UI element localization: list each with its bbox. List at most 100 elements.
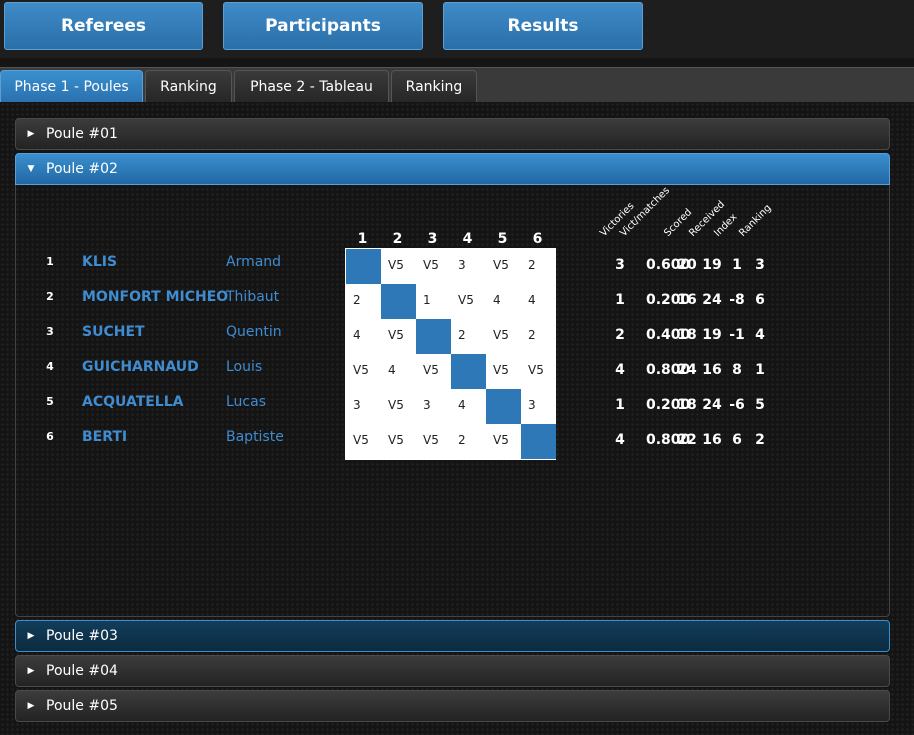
fencer-first-name: Baptiste [226, 429, 284, 445]
top-nav-bar: Referees Participants Results [0, 0, 914, 58]
caret-right-icon: ▶ [27, 631, 35, 641]
scored-value: 24 [677, 362, 697, 378]
received-value: 16 [702, 362, 722, 378]
matrix-diagonal-cell [381, 284, 416, 319]
bout-score-cell: V5 [388, 398, 404, 412]
bout-score-cell: 1 [423, 293, 431, 307]
poule-05-header[interactable]: ▶ Poule #05 [15, 690, 890, 722]
matrix-col-number: 2 [392, 231, 403, 247]
received-value: 24 [702, 397, 722, 413]
bout-score-cell: V5 [388, 433, 404, 447]
fencer-last-name: GUICHARNAUD [82, 359, 199, 375]
fencer-first-name: Louis [226, 359, 263, 375]
scored-value: 20 [677, 257, 697, 273]
bout-score-cell: 3 [528, 398, 536, 412]
bout-score-cell: 3 [458, 258, 466, 272]
victories-value: 1 [615, 292, 625, 308]
poule-02-header[interactable]: ▼ Poule #02 [15, 153, 890, 185]
bout-score-cell: V5 [493, 433, 509, 447]
victories-value: 4 [615, 432, 625, 448]
results-button[interactable]: Results [443, 2, 643, 50]
bout-score-cell: 3 [353, 398, 361, 412]
phase-tabs: Phase 1 - Poules Ranking Phase 2 - Table… [0, 67, 914, 103]
bout-score-cell: 2 [528, 328, 536, 342]
referees-button[interactable]: Referees [4, 2, 203, 50]
caret-right-icon: ▶ [27, 666, 35, 676]
bout-score-cell: V5 [528, 363, 544, 377]
index-value: -8 [729, 292, 745, 308]
ranking-value: 3 [755, 257, 765, 273]
bout-score-cell: 4 [388, 363, 396, 377]
poule-01-header[interactable]: ▶ Poule #01 [15, 118, 890, 150]
fencer-last-name: BERTI [82, 429, 128, 445]
fencer-last-name: SUCHET [82, 324, 145, 340]
tab-ranking-1[interactable]: Ranking [145, 70, 232, 103]
bout-score-cell: 4 [528, 293, 536, 307]
fencer-last-name: KLIS [82, 254, 118, 270]
victories-value: 2 [615, 327, 625, 343]
bout-score-cell: 4 [493, 293, 501, 307]
scored-value: 18 [677, 397, 697, 413]
fencer-number: 3 [46, 325, 54, 338]
fencer-first-name: Lucas [226, 394, 266, 410]
fencer-first-name: Quentin [226, 324, 282, 340]
ranking-value: 5 [755, 397, 765, 413]
bout-matrix: V5 V5 3 V5 2 2 1 V5 4 4 4 V5 2 V5 2 V5 4 V5 V5 V5 3 V5 3 4 3 V5 V5… [345, 248, 556, 460]
bout-score-cell: V5 [493, 328, 509, 342]
matrix-col-number: 5 [497, 231, 508, 247]
bout-score-cell: 2 [353, 293, 361, 307]
matrix-diagonal-cell [451, 354, 486, 389]
tab-phase1-poules[interactable]: Phase 1 - Poules [0, 70, 143, 103]
scored-value: 22 [677, 432, 697, 448]
victories-value: 1 [615, 397, 625, 413]
index-value: -1 [729, 327, 745, 343]
index-value: 6 [732, 432, 742, 448]
victories-value: 4 [615, 362, 625, 378]
poule-03-header[interactable]: ▶ Poule #03 [15, 620, 890, 652]
bout-score-cell: V5 [458, 293, 474, 307]
tab-phase2-tableau[interactable]: Phase 2 - Tableau [234, 70, 389, 103]
fencer-number: 2 [46, 290, 54, 303]
ranking-value: 2 [755, 432, 765, 448]
participants-button[interactable]: Participants [223, 2, 423, 50]
bout-score-cell: 3 [423, 398, 431, 412]
index-value: 8 [732, 362, 742, 378]
poule-04-header[interactable]: ▶ Poule #04 [15, 655, 890, 687]
matrix-col-number: 1 [357, 231, 368, 247]
bout-score-cell: V5 [423, 258, 439, 272]
bout-score-cell: V5 [353, 363, 369, 377]
bout-score-cell: V5 [388, 328, 404, 342]
received-value: 19 [702, 257, 722, 273]
bout-score-cell: 2 [528, 258, 536, 272]
bout-score-cell: V5 [423, 433, 439, 447]
received-value: 24 [702, 292, 722, 308]
ranking-value: 6 [755, 292, 765, 308]
bout-score-cell: V5 [493, 363, 509, 377]
bout-score-cell: 2 [458, 433, 466, 447]
index-value: 1 [732, 257, 742, 273]
bout-score-cell: V5 [423, 363, 439, 377]
bout-score-cell: 4 [353, 328, 361, 342]
bout-score-cell: V5 [493, 258, 509, 272]
matrix-diagonal-cell [346, 249, 381, 284]
victories-value: 3 [615, 257, 625, 273]
fencer-first-name: Armand [226, 254, 282, 270]
caret-right-icon: ▶ [27, 701, 35, 711]
fencer-number: 5 [46, 395, 54, 408]
received-value: 16 [702, 432, 722, 448]
fencer-number: 6 [46, 430, 54, 443]
poule-title: Poule #01 [46, 126, 118, 142]
poule-title: Poule #05 [46, 698, 118, 714]
tab-ranking-2[interactable]: Ranking [391, 70, 477, 103]
matrix-col-number: 3 [427, 231, 438, 247]
bout-score-cell: 4 [458, 398, 466, 412]
matrix-diagonal-cell [416, 319, 451, 354]
fencer-number: 4 [46, 360, 54, 373]
bout-score-cell: V5 [388, 258, 404, 272]
bout-score-cell: 2 [458, 328, 466, 342]
matrix-col-number: 6 [532, 231, 543, 247]
fencer-number: 1 [46, 255, 54, 268]
poule-title: Poule #03 [46, 628, 118, 644]
caret-down-icon: ▼ [27, 164, 35, 174]
fencer-first-name: Thibaut [226, 289, 280, 305]
